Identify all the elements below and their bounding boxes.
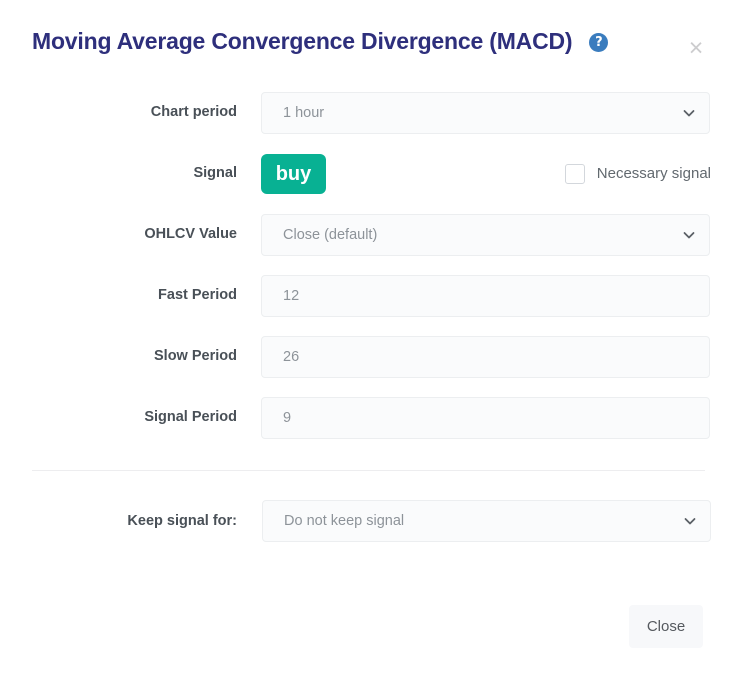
ohlcv-value-value: Close (default): [283, 226, 378, 243]
form-row-ohlcv-value: OHLCV Value Close (default): [0, 204, 732, 265]
fast-period-input[interactable]: 12: [261, 274, 710, 317]
label-slow-period: Slow Period: [154, 348, 237, 365]
chevron-down-icon: [682, 106, 696, 120]
slow-period-input[interactable]: 26: [261, 335, 710, 378]
slow-period-value: 26: [283, 348, 300, 365]
close-button[interactable]: Close: [629, 605, 703, 648]
keep-signal-value: Do not keep signal: [284, 513, 405, 529]
field-wrap-signal-period: 9: [261, 396, 710, 439]
necessary-signal-label: Necessary signal: [596, 165, 711, 182]
form-row-fast-period: Fast Period 12: [0, 265, 732, 326]
fast-period-value: 12: [283, 287, 300, 304]
chevron-down-icon: [683, 514, 697, 528]
form-row-chart-period: Chart period 1 hour: [0, 82, 732, 143]
chart-period-select[interactable]: 1 hour: [261, 91, 710, 134]
modal-footer: Close: [0, 605, 732, 649]
label-keep-signal-for: Keep signal for:: [127, 512, 237, 529]
ohlcv-value-select[interactable]: Close (default): [261, 213, 710, 256]
signal-period-input[interactable]: 9: [261, 396, 710, 439]
page-title: Moving Average Convergence Divergence (M…: [32, 27, 573, 54]
signal-period-value: 9: [283, 409, 292, 426]
label-signal: Signal: [193, 165, 237, 182]
settings-form: Chart period 1 hour Signal buy Necessary…: [0, 82, 732, 448]
field-wrap-keep-signal: Do not keep signal: [262, 500, 711, 542]
label-chart-period: Chart period: [150, 104, 237, 121]
label-signal-period: Signal Period: [144, 409, 237, 426]
modal-header: Moving Average Convergence Divergence (M…: [0, 0, 732, 82]
form-row-signal-period: Signal Period 9: [0, 387, 732, 448]
form-row-signal: Signal buy Necessary signal: [0, 143, 732, 204]
keep-signal-section: Keep signal for: Do not keep signal: [0, 498, 732, 544]
field-wrap-slow-period: 26: [261, 335, 710, 378]
form-row-slow-period: Slow Period 26: [0, 326, 732, 387]
necessary-signal-checkbox-group[interactable]: Necessary signal: [564, 163, 711, 184]
keep-signal-select[interactable]: Do not keep signal: [262, 500, 711, 542]
necessary-signal-checkbox[interactable]: [564, 163, 585, 184]
close-icon[interactable]: ×: [681, 33, 711, 63]
signal-controls: buy Necessary signal: [261, 153, 711, 194]
section-divider: [32, 470, 705, 471]
field-wrap-ohlcv-value: Close (default): [261, 213, 710, 256]
field-wrap-chart-period: 1 hour: [261, 91, 710, 134]
chevron-down-icon: [682, 228, 696, 242]
field-wrap-fast-period: 12: [261, 274, 710, 317]
label-ohlcv-value: OHLCV Value: [144, 226, 237, 243]
macd-settings-modal: Moving Average Convergence Divergence (M…: [0, 0, 732, 677]
help-icon[interactable]: ?: [589, 32, 609, 52]
label-fast-period: Fast Period: [158, 287, 237, 304]
signal-buy-button[interactable]: buy: [261, 153, 326, 194]
chart-period-value: 1 hour: [283, 104, 325, 121]
